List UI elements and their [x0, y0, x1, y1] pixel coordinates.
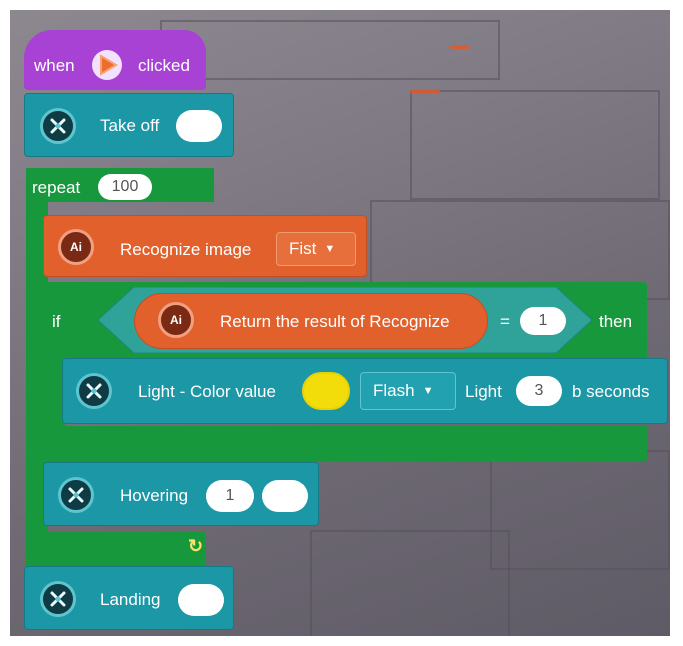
recognize-gesture-dropdown[interactable]: Fist ▼	[276, 232, 356, 266]
floor-tile	[490, 450, 670, 570]
landing-input[interactable]	[178, 584, 224, 616]
repeat-count-input[interactable]: 100	[98, 174, 152, 200]
seconds-label: b seconds	[572, 382, 650, 401]
recognize-label: Recognize image	[120, 240, 252, 259]
propeller-glyph	[68, 487, 84, 503]
chevron-down-icon: ▼	[324, 243, 336, 255]
equals-operator: =	[500, 312, 510, 331]
ai-icon: Ai	[58, 229, 94, 265]
then-label: then	[599, 312, 633, 331]
light-seconds-input[interactable]: 3	[516, 376, 562, 406]
light-mode-dropdown[interactable]: Flash ▼	[360, 372, 456, 410]
hovering-input-2[interactable]	[262, 480, 308, 512]
dropdown-value: Flash	[373, 381, 415, 400]
light-color-label: Light - Color value	[138, 382, 276, 401]
compare-value-input[interactable]: 1	[520, 307, 566, 335]
if-label: if	[52, 312, 61, 331]
dropdown-value: Fist	[289, 239, 317, 258]
light-label: Light	[465, 382, 502, 401]
takeoff-label: Take off	[100, 116, 160, 135]
chevron-down-icon: ▼	[422, 385, 434, 397]
when-label: when	[34, 56, 75, 75]
recognize-result-label: Return the result of Recognize	[220, 312, 450, 331]
drone-icon	[40, 581, 76, 617]
repeat-footer	[26, 532, 206, 568]
drone-icon	[58, 477, 94, 513]
floor-tile	[310, 530, 510, 636]
hovering-label: Hovering	[120, 486, 189, 505]
if-footer	[43, 426, 647, 462]
propeller-glyph	[86, 383, 102, 399]
loop-arrow-icon: ↻	[188, 536, 204, 556]
repeat-label: repeat	[32, 178, 81, 197]
drone-icon	[76, 373, 112, 409]
ai-icon: Ai	[158, 302, 194, 338]
landing-label: Landing	[100, 590, 161, 609]
color-swatch[interactable]	[302, 372, 350, 410]
takeoff-input[interactable]	[176, 110, 222, 142]
hovering-input-1[interactable]: 1	[206, 480, 254, 512]
floor-tile	[410, 90, 660, 200]
workspace-canvas[interactable]: repeat 100 ↻ if then Ai Return the resul…	[10, 10, 670, 636]
play-icon	[92, 50, 122, 80]
propeller-glyph	[50, 118, 66, 134]
drone-icon	[40, 108, 76, 144]
floor-light	[450, 45, 470, 49]
clicked-label: clicked	[138, 56, 190, 75]
floor-light	[410, 90, 440, 94]
floor-tile	[160, 20, 500, 80]
propeller-glyph	[50, 591, 66, 607]
